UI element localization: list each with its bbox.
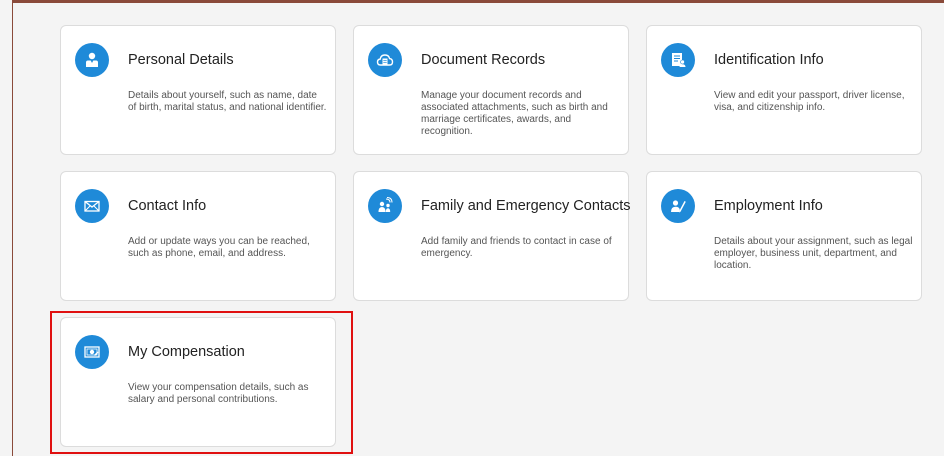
tile-description: Add family and friends to contact in cas…: [421, 236, 612, 259]
tile-title: Family and Emergency Contacts: [421, 198, 631, 214]
envelope-icon: [75, 189, 109, 223]
tile-title: Employment Info: [714, 198, 823, 214]
tile-family-emergency-contacts[interactable]: Family and Emergency Contacts Add family…: [353, 171, 631, 301]
tile-identification-info[interactable]: Identification Info View and edit your p…: [646, 25, 922, 155]
tile-document-records[interactable]: Document Records Manage your document re…: [353, 25, 629, 155]
tile-title: My Compensation: [128, 344, 245, 360]
tile-contact-info[interactable]: Contact Info Add or update ways you can …: [60, 171, 336, 301]
family-icon: [368, 189, 402, 223]
tile-title: Personal Details: [128, 52, 234, 68]
person-icon: [75, 43, 109, 77]
person-check-icon: [661, 189, 695, 223]
cloud-document-icon: [368, 43, 402, 77]
tile-personal-details[interactable]: Personal Details Details about yourself,…: [60, 25, 336, 155]
tile-description: View and edit your passport, driver lice…: [714, 90, 905, 113]
page-frame: Personal Details Details about yourself,…: [0, 0, 944, 456]
tile-my-compensation[interactable]: My Compensation View your compensation d…: [60, 317, 336, 447]
tile-description: Manage your document records and associa…: [421, 90, 608, 137]
tile-description: Details about your assignment, such as l…: [714, 236, 913, 271]
tile-description: Details about yourself, such as name, da…: [128, 90, 327, 113]
tile-title: Identification Info: [714, 52, 824, 68]
tile-description: Add or update ways you can be reached, s…: [128, 236, 310, 259]
id-card-icon: [661, 43, 695, 77]
left-border: [12, 0, 13, 456]
money-icon: [75, 335, 109, 369]
tile-title: Document Records: [421, 52, 546, 68]
top-border: [12, 0, 944, 3]
tile-employment-info[interactable]: Employment Info Details about your assig…: [646, 171, 922, 301]
tile-title: Contact Info: [128, 198, 207, 214]
tile-description: View your compensation details, such as …: [128, 382, 309, 405]
